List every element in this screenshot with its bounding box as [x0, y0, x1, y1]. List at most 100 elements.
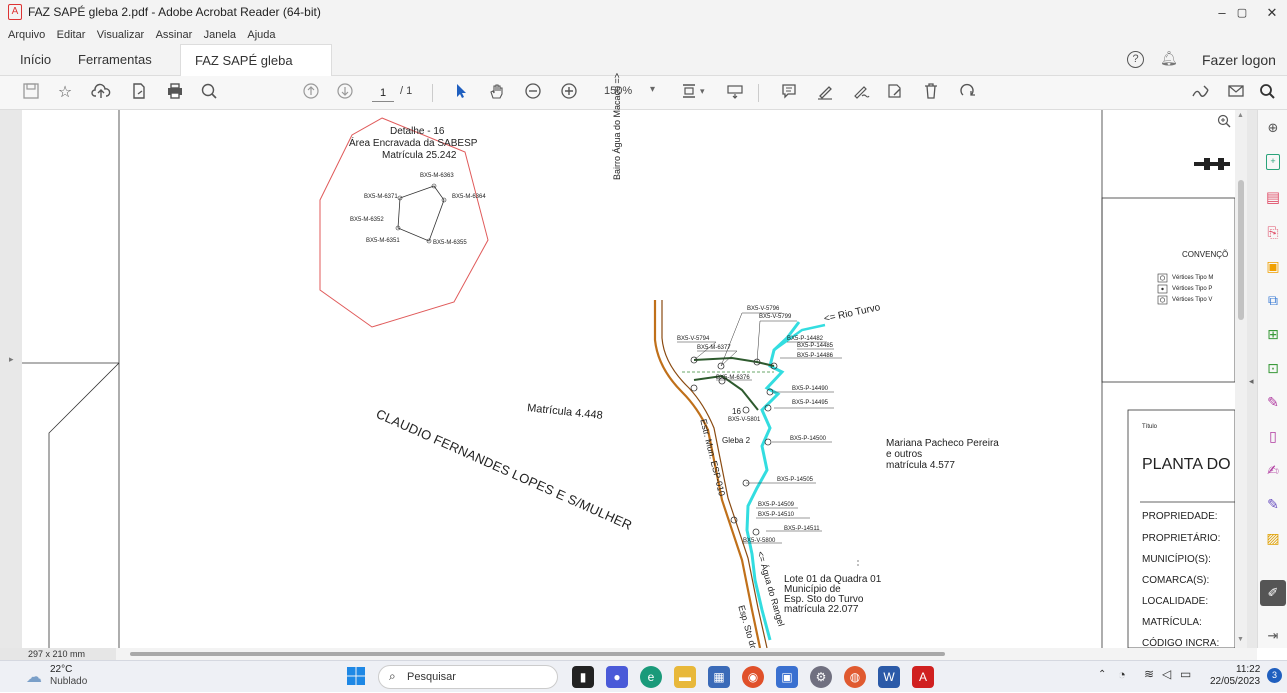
show-hidden-icons-chevron-icon[interactable]: ⌃	[1098, 669, 1106, 680]
pdf-page[interactable]: Detalhe - 16 Área Encravada da SABESP Ma…	[22, 73, 1235, 651]
zoom-page-icon[interactable]	[1217, 114, 1231, 128]
export-pdf-icon[interactable]: ⎘	[1263, 222, 1283, 242]
temperature: 22°C	[50, 664, 73, 675]
windows-taskbar: ☁ 22°C Nublado ⌕ Pesquisar ▮ ● e ▬ ▦ ◉ ▣…	[0, 660, 1287, 692]
page-up-icon[interactable]	[300, 82, 322, 104]
star-icon[interactable]: ☆	[54, 82, 76, 104]
page-number-input[interactable]: 1	[372, 84, 394, 102]
page-down-icon[interactable]	[334, 82, 356, 104]
fit-page-icon[interactable]	[678, 82, 700, 104]
vertex-label: BX5-P-14486	[797, 353, 834, 359]
firefox-icon[interactable]: ◍	[844, 666, 866, 688]
vertex-label: BX5-M-6376	[716, 375, 750, 381]
search-text-icon[interactable]	[1256, 82, 1278, 104]
field-localidade: LOCALIDADE:	[1142, 596, 1209, 607]
menu-assinar[interactable]: Assinar	[156, 26, 193, 44]
select-cursor-icon[interactable]	[450, 82, 472, 104]
left-panel-expand-icon[interactable]: ▸	[9, 354, 14, 365]
tab-document[interactable]: FAZ SAPÉ gleba 2.pdf ×	[180, 44, 332, 100]
taskbar-search-box[interactable]: ⌕ Pesquisar	[378, 665, 558, 689]
cloud-weather-icon[interactable]: ☁	[26, 667, 42, 687]
stamp-icon[interactable]: ▨	[1263, 528, 1283, 548]
copilot-icon[interactable]: ◔	[1118, 667, 1126, 682]
share-file-icon[interactable]	[128, 82, 150, 104]
calculator-icon[interactable]: ▦	[708, 666, 730, 688]
trash-icon[interactable]	[920, 82, 942, 104]
menu-ajuda[interactable]: Ajuda	[247, 26, 275, 44]
tab-home[interactable]: Início	[20, 44, 51, 76]
legend-item: Vértices Tipo V	[1172, 297, 1213, 303]
combine-files-icon[interactable]: ⧉	[1263, 290, 1283, 310]
bairro-label: Bairro Água do Macaco =>	[612, 72, 622, 180]
tools-wrench-icon[interactable]: ✐	[1260, 580, 1286, 606]
organize-pages-icon[interactable]: ▤	[1263, 188, 1283, 208]
menu-visualizar[interactable]: Visualizar	[97, 26, 145, 44]
create-pdf-icon[interactable]: +	[1266, 154, 1280, 170]
fit-dropdown-chevron-icon[interactable]: ▾	[700, 86, 705, 97]
wifi-icon[interactable]: ≋	[1144, 667, 1154, 681]
protect-icon[interactable]: ⊡	[1263, 358, 1283, 378]
clock-time[interactable]: 11:22	[1236, 664, 1260, 675]
email-icon[interactable]	[1225, 82, 1247, 104]
comment-panel-icon[interactable]: ▣	[1263, 256, 1283, 276]
keyboard-icon[interactable]	[724, 82, 746, 104]
task-view-icon[interactable]: ▮	[572, 666, 594, 688]
close-button[interactable]: ✕	[1252, 2, 1287, 24]
zoom-panel-icon[interactable]: ⊕	[1263, 118, 1283, 138]
undo-rotate-icon[interactable]	[956, 82, 978, 104]
battery-icon[interactable]: ▭	[1180, 667, 1191, 681]
zoom-out-icon[interactable]	[522, 82, 544, 104]
right-panel-collapse-icon[interactable]: ◂	[1249, 376, 1254, 387]
document-area[interactable]: ▸ Detalhe - 16 Área Encravada da SABESP …	[0, 73, 1257, 651]
sign-icon[interactable]	[850, 82, 872, 104]
windows-start-icon[interactable]	[345, 666, 367, 688]
edit-text-icon[interactable]	[884, 82, 906, 104]
scroll-down-arrow-icon[interactable]: ▼	[1237, 636, 1244, 643]
chat-icon[interactable]: ●	[606, 666, 628, 688]
settings-gear-icon[interactable]: ⚙	[810, 666, 832, 688]
field-proprietario: PROPRIETÁRIO:	[1142, 533, 1221, 544]
menu-arquivo[interactable]: Arquivo	[8, 26, 45, 44]
messages-icon[interactable]: ▣	[776, 666, 798, 688]
tab-tools[interactable]: Ferramentas	[78, 44, 152, 76]
zoom-dropdown-chevron-icon[interactable]: ▾	[650, 84, 655, 95]
map-drawing	[22, 110, 1235, 648]
save-icon[interactable]	[20, 82, 42, 104]
scrollbar-thumb[interactable]	[1238, 180, 1244, 320]
menu-editar[interactable]: Editar	[57, 26, 86, 44]
fill-sign-icon[interactable]	[1190, 82, 1212, 104]
fill-sign-panel-icon[interactable]: ✎	[1263, 392, 1283, 412]
compress-icon[interactable]: ⊞	[1263, 324, 1283, 344]
notification-badge[interactable]: 3	[1267, 668, 1282, 683]
zoom-search-icon[interactable]	[198, 82, 220, 104]
page-size-label: 297 x 210 mm	[0, 648, 116, 660]
bell-icon[interactable]: 🔔︎	[1160, 50, 1178, 67]
vertex-label: BX5-V-5796	[747, 306, 780, 312]
login-button[interactable]: Fazer logon	[1202, 44, 1276, 76]
scroll-up-arrow-icon[interactable]: ▲	[1237, 112, 1244, 119]
chrome-icon[interactable]: ◉	[742, 666, 764, 688]
edit-pdf-icon[interactable]: ▯	[1263, 426, 1283, 446]
expand-panel-icon[interactable]: ⇥	[1263, 626, 1283, 646]
volume-icon[interactable]: ◁	[1162, 667, 1171, 681]
zoom-in-icon[interactable]	[558, 82, 580, 104]
help-icon[interactable]: ?	[1127, 51, 1144, 68]
acrobat-taskbar-icon[interactable]: A	[912, 666, 934, 688]
word-icon[interactable]: W	[878, 666, 900, 688]
print-icon[interactable]	[164, 82, 186, 104]
request-signature-icon[interactable]: ✍	[1263, 460, 1283, 480]
edge-browser-icon[interactable]: e	[640, 666, 662, 688]
menu-janela[interactable]: Janela	[204, 26, 236, 44]
hand-tool-icon[interactable]	[486, 82, 508, 104]
send-for-signature-icon[interactable]: ✎	[1263, 494, 1283, 514]
comment-icon[interactable]	[778, 82, 800, 104]
mariana-line1: Mariana Pacheco Pereira	[886, 438, 999, 449]
vertex-label: BX5-V-5794	[677, 336, 710, 342]
file-explorer-icon[interactable]: ▬	[674, 666, 696, 688]
horizontal-scrollbar-thumb[interactable]	[130, 652, 945, 656]
highlight-pen-icon[interactable]	[814, 82, 836, 104]
vertex-label: BX5-P-14509	[758, 502, 795, 508]
clock-date[interactable]: 22/05/2023	[1210, 676, 1260, 687]
upload-cloud-icon[interactable]	[90, 82, 112, 104]
vertical-scrollbar[interactable]: ▲ ▼	[1235, 110, 1247, 648]
